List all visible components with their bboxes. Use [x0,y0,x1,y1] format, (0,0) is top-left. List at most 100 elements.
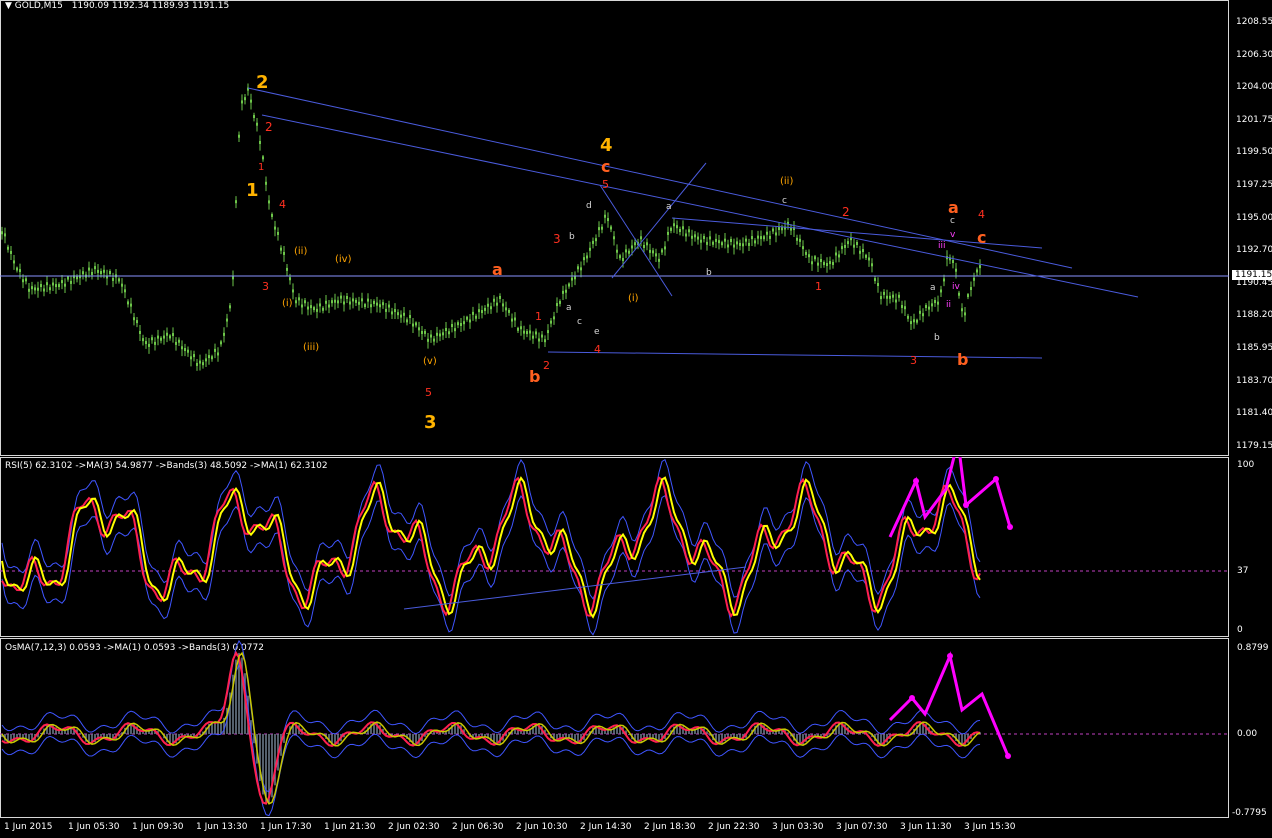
candle-body [271,213,273,217]
candle-body [928,306,930,310]
candle-body [367,298,369,302]
candle-body [4,233,6,237]
candle-body [859,250,861,254]
wave-label-iii: (iii) [303,342,320,353]
time-axis-label: 2 Jun 02:30 [388,822,440,832]
candle-body [652,250,654,254]
candle-body [346,295,348,299]
candle-body [721,242,723,246]
osma-scale-bottom: -0.7795 [1232,808,1267,818]
candle-body [619,255,621,259]
candle-body [187,349,189,353]
candle-body [295,300,297,304]
candle-body [901,305,903,309]
wave-label-i: (i) [282,298,293,309]
wave-label-a: a [948,198,959,217]
candle-body [688,229,690,233]
candle-body [223,332,225,336]
candle-body [133,317,135,321]
candle-body [484,307,486,311]
candle-body [16,267,18,271]
candle-body [976,269,978,273]
candle-body [373,300,375,304]
candle-body [313,307,315,311]
metatrader-chart-window: ▼ GOLD,M15 1190.09 1192.34 1189.93 1191.… [0,0,1272,838]
candle-body [760,236,762,240]
candle-body [514,317,516,321]
candle-body [343,301,345,305]
candle-body [334,299,336,303]
wave-label-1: 1 [535,310,542,323]
candle-body [868,257,870,261]
candle-body [529,330,531,334]
candle-body [103,269,105,273]
wave-label-4: 4 [594,343,601,356]
price-chart-canvas[interactable] [0,0,1229,456]
candle-body [547,330,549,334]
candle-body [43,288,45,292]
rsi-scale-top: 100 [1237,460,1255,470]
price-scale-label: 1181.40 [1236,408,1272,419]
candle-body [196,362,198,366]
candle-body [25,278,27,282]
price-scale-label: 1199.50 [1236,147,1272,158]
price-scale-label: 1206.30 [1236,49,1272,60]
wave-label-5: 5 [602,178,609,191]
candle-body [208,355,210,359]
wave-label-d: d [586,201,592,211]
candle-body [151,337,153,341]
time-axis-label: 1 Jun 13:30 [196,822,248,832]
candle-body [676,225,678,229]
candle-body [910,321,912,325]
time-axis-label: 3 Jun 11:30 [900,822,952,832]
osma-canvas[interactable] [0,638,1229,818]
candle-body [550,320,552,324]
wave-label-5: 5 [425,386,432,399]
candle-body [121,283,123,287]
candle-body [472,311,474,315]
candle-body [616,249,618,253]
candle-body [835,252,837,256]
candle-body [70,280,72,284]
candle-body [898,294,900,298]
candle-body [184,348,186,352]
time-axis-label: 2 Jun 22:30 [708,822,760,832]
candle-body [430,334,432,338]
candle-body [838,254,840,258]
candle-body [907,315,909,319]
candle-body [607,218,609,222]
candle-body [226,318,228,322]
candle-body [826,263,828,267]
candle-body [823,262,825,266]
candle-body [904,306,906,310]
candle-body [469,319,471,323]
arrow-head [909,695,915,701]
current-price-value: 1191.15 [1235,270,1272,280]
wave-label-c: c [577,317,582,327]
time-axis-label: 1 Jun 2015 [4,822,53,832]
candle-body [856,242,858,246]
rsi-canvas[interactable] [0,457,1229,637]
candle-body [61,280,63,284]
price-scale-label: 1208.55 [1236,17,1272,27]
candle-body [160,337,162,341]
candle-body [259,140,261,144]
candle-body [361,298,363,302]
candle-body [250,99,252,103]
candle-body [817,262,819,266]
candle-body [658,258,660,262]
candle-body [586,255,588,259]
candle-body [568,283,570,287]
candle-body [895,299,897,303]
time-axis-label: 3 Jun 03:30 [772,822,824,832]
candle-body [511,318,513,322]
candle-body [820,258,822,262]
time-axis-label: 1 Jun 09:30 [132,822,184,832]
osma-scale-mid: 0.00 [1237,729,1258,739]
forecast-arrow-path [888,651,1010,757]
candle-body [145,341,147,345]
candle-body [931,303,933,307]
candle-body [262,156,264,160]
candle-body [340,295,342,299]
candle-body [967,294,969,298]
